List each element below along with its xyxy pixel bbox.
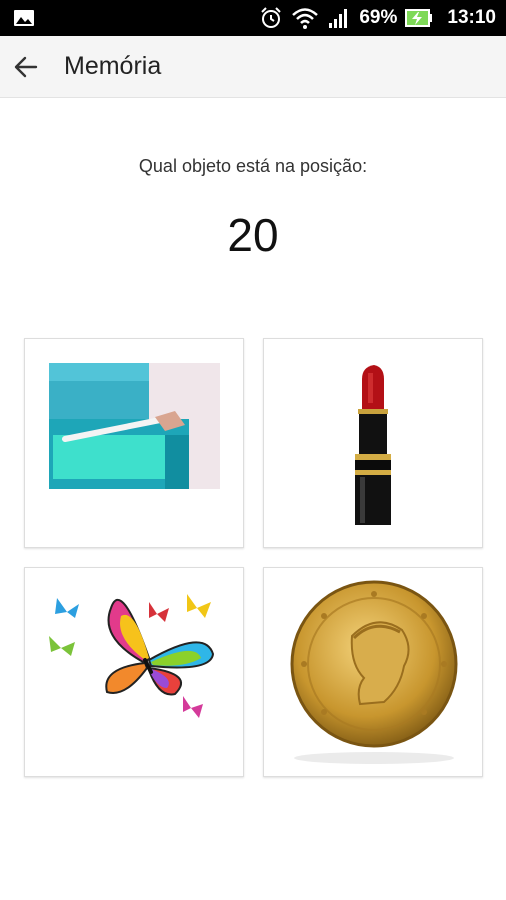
option-butterflies[interactable]	[24, 567, 244, 777]
gallery-icon	[14, 10, 34, 26]
status-bar: 69% 13:10	[0, 0, 506, 36]
arrow-left-icon	[14, 56, 38, 78]
alarm-icon	[261, 7, 282, 28]
signal-icon	[329, 9, 348, 28]
lipstick-icon	[355, 365, 391, 525]
page-title: Memória	[64, 52, 162, 80]
plastic-container-icon	[49, 363, 220, 489]
gold-coin-icon	[290, 580, 458, 764]
clock: 13:10	[447, 7, 496, 28]
option-gold-coin[interactable]	[263, 567, 483, 777]
butterflies-icon	[49, 594, 215, 718]
option-container[interactable]	[24, 338, 244, 548]
battery-charging-icon	[405, 9, 433, 27]
question-text: Qual objeto está na posição:	[138, 156, 368, 176]
app-toolbar: Memória	[0, 36, 506, 98]
wifi-icon	[292, 8, 319, 29]
option-lipstick[interactable]	[263, 338, 483, 548]
position-number: 20	[227, 209, 279, 261]
back-button[interactable]	[8, 49, 44, 85]
battery-percent: 69%	[359, 7, 398, 28]
